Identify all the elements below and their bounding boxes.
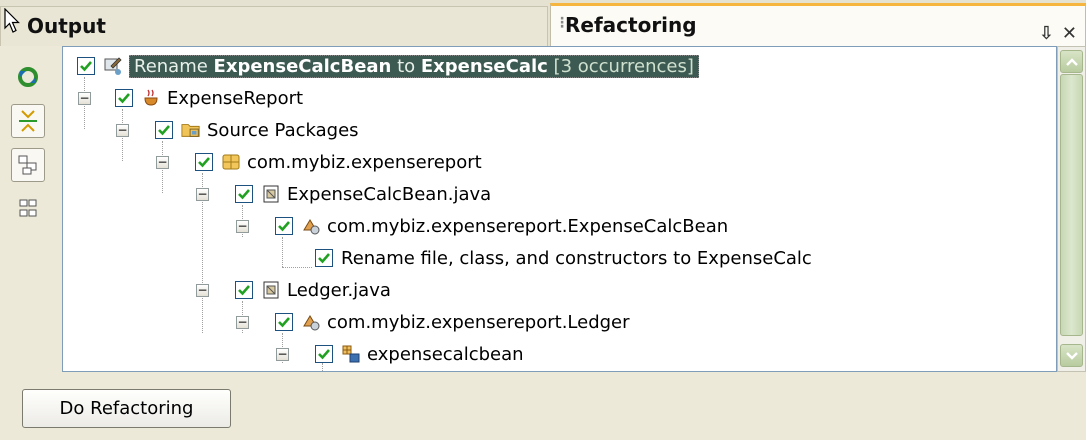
tree-item-label: Rename file, class, and constructors to … (341, 247, 812, 269)
scroll-up-button[interactable] (1060, 50, 1083, 73)
chevron-down-icon (1065, 351, 1078, 360)
expand-toggle[interactable]: − (236, 316, 249, 329)
tree-item-label: Ledger.java (287, 279, 391, 301)
scroll-down-button[interactable] (1060, 344, 1083, 367)
expand-toggle[interactable]: − (156, 156, 169, 169)
expand-toggle[interactable]: − (196, 284, 209, 297)
java-file-icon (261, 184, 281, 204)
root-prefix: Rename (134, 55, 214, 77)
field-icon (341, 344, 361, 364)
expand-toggle[interactable]: − (276, 348, 289, 361)
tab-output[interactable]: Output (0, 6, 548, 46)
tree-item-label: Source Packages (207, 119, 359, 141)
checkbox[interactable] (315, 345, 333, 363)
tab-grip-icon: ⋮ (555, 15, 569, 31)
tree-item-field-expensecalcbean[interactable]: expensecalcbean (315, 339, 524, 369)
vertical-scrollbar[interactable] (1057, 46, 1086, 372)
tree-item-class-expensecalcbean[interactable]: com.mybiz.expensereport.ExpenseCalcBean (275, 211, 728, 241)
tab-refactoring-label: Refactoring (565, 13, 697, 37)
root-occurrences: [3 occurrences] (547, 55, 694, 77)
checkbox[interactable] (275, 313, 293, 331)
physical-view-icon[interactable] (11, 192, 45, 226)
tree-connector (282, 267, 312, 268)
tree-item-label: com.mybiz.expensereport (247, 151, 482, 173)
checkbox[interactable] (235, 185, 253, 203)
tree-item-label: ExpenseReport (167, 87, 304, 109)
class-icon (301, 312, 321, 332)
tree-item-label: com.mybiz.expensereport.ExpenseCalcBean (327, 215, 729, 237)
tree-item-class-ledger[interactable]: com.mybiz.expensereport.Ledger (275, 307, 630, 337)
tree-item-file-expensecalcbean[interactable]: ExpenseCalcBean.java (235, 179, 491, 209)
refactoring-tree: Rename ExpenseCalcBean to ExpenseCalc [3… (62, 46, 1057, 372)
root-mid: to (391, 55, 421, 77)
tab-refactoring[interactable]: ⋮ Refactoring ⇩ ✕ (550, 3, 1086, 46)
checkbox[interactable] (315, 249, 333, 267)
tree-item-rename-action[interactable]: Rename file, class, and constructors to … (315, 243, 812, 273)
do-refactoring-button[interactable]: Do Refactoring (22, 389, 231, 428)
tree-item-file-ledger[interactable]: Ledger.java (235, 275, 391, 305)
tree-item-label: ExpenseCalcBean.java (287, 183, 492, 205)
checkbox[interactable] (155, 121, 173, 139)
bottom-bar: Do Refactoring (0, 372, 1086, 440)
refresh-icon[interactable] (11, 60, 45, 94)
root-old-name: ExpenseCalcBean (213, 55, 392, 77)
checkbox[interactable] (77, 57, 95, 75)
tree-item-package[interactable]: com.mybiz.expensereport (195, 147, 482, 177)
tree-item-label: expensecalcbean (367, 343, 524, 365)
java-file-icon (261, 280, 281, 300)
scroll-thumb[interactable] (1060, 74, 1083, 336)
tab-strip: Output ⋮ Refactoring ⇩ ✕ (0, 0, 1086, 47)
tree-root-row[interactable]: Rename ExpenseCalcBean to ExpenseCalc [3… (77, 51, 699, 81)
tree-root-label: Rename ExpenseCalcBean to ExpenseCalc [3… (129, 54, 699, 78)
checkbox[interactable] (235, 281, 253, 299)
next-occurrence-icon[interactable] (11, 104, 45, 138)
tree-item-project[interactable]: ExpenseReport (115, 83, 303, 113)
mouse-cursor-icon (4, 8, 20, 33)
expand-toggle[interactable]: − (78, 92, 91, 105)
expand-toggle[interactable]: − (116, 124, 129, 137)
checkbox[interactable] (115, 89, 133, 107)
tree-item-source-packages[interactable]: Source Packages (155, 115, 359, 145)
source-packages-icon (181, 120, 201, 140)
rename-icon (103, 56, 123, 76)
checkbox[interactable] (275, 217, 293, 235)
root-new-name: ExpenseCalc (420, 55, 548, 77)
class-icon (301, 216, 321, 236)
expand-toggle[interactable]: − (196, 188, 209, 201)
chevron-up-icon (1065, 57, 1078, 66)
checkbox[interactable] (195, 153, 213, 171)
tab-output-label: Output (27, 14, 106, 38)
package-icon (221, 152, 241, 172)
tree-item-label: com.mybiz.expensereport.Ledger (327, 311, 630, 333)
tree-connector (282, 237, 283, 267)
expand-toggle[interactable]: − (236, 220, 249, 233)
left-toolbar (0, 46, 62, 372)
project-icon (141, 88, 161, 108)
logical-view-icon[interactable] (11, 148, 45, 182)
